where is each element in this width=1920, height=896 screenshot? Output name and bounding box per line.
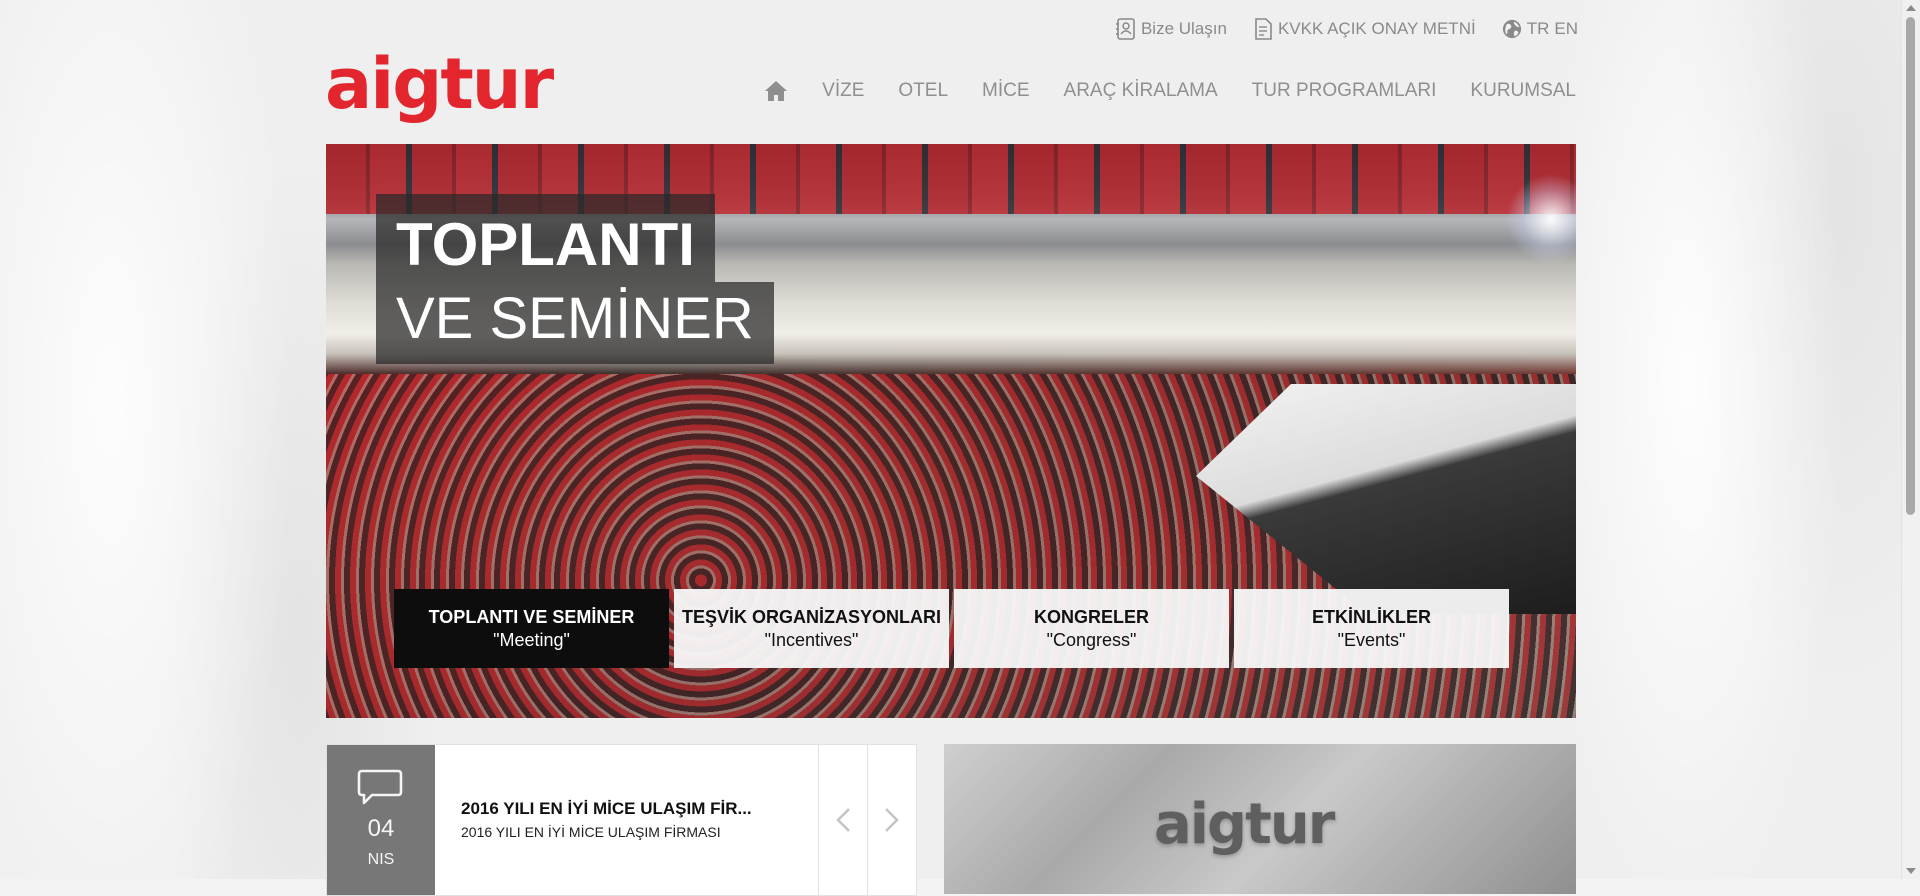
home-icon[interactable] [764,80,788,102]
tab-subtitle: "Congress" [1046,629,1137,650]
tab-etkinlikler[interactable]: ETKİNLİKLER "Events" [1234,589,1509,668]
kvkk-link[interactable]: KVKK AÇIK ONAY METNİ [1253,18,1476,40]
tab-title: TOPLANTI VE SEMİNER [428,606,635,627]
news-title[interactable]: 2016 YILI EN İYİ MİCE ULAŞIM FİR... [461,799,761,819]
tab-kongreler[interactable]: KONGRELER "Congress" [954,589,1229,668]
tab-title: ETKİNLİKLER [1312,606,1431,627]
promo-logo: aigtur [1154,792,1335,857]
tab-title: KONGRELER [1033,606,1149,627]
tab-subtitle: "Events" [1337,629,1406,650]
nav-item-arac-kiralama[interactable]: ARAÇ KİRALAMA [1064,80,1218,102]
category-tabs: TOPLANTI VE SEMİNER "Meeting" TEŞVİK ORG… [394,589,1509,668]
tab-subtitle: "Meeting" [493,629,570,650]
top-bar: Bize Ulaşın KVKK AÇIK ONAY METNİ TR EN [1115,18,1578,40]
hero-stage [1196,384,1576,614]
contact-link[interactable]: Bize Ulaşın [1115,18,1227,40]
scroll-down-icon[interactable] [1906,868,1916,874]
news-month: NIS [367,851,395,868]
globe-icon [1502,19,1521,39]
nav-item-kurumsal[interactable]: KURUMSAL [1470,80,1576,102]
promo-banner[interactable]: aigtur [944,744,1576,894]
news-prev-button[interactable] [818,745,867,895]
tab-tesvik-organizasyonlari[interactable]: TEŞVİK ORGANİZASYONLARI "Incentives" [674,589,949,668]
hero-title-line2: VE SEMİNER [376,282,774,364]
language-switcher: TR EN [1502,18,1578,40]
nav-item-tur-programlari[interactable]: TUR PROGRAMLARI [1252,80,1437,102]
hero-title: TOPLANTI VE SEMİNER [376,194,774,364]
speech-bubble-icon [357,769,403,805]
main-nav: VİZE OTEL MİCE ARAÇ KİRALAMA TUR PROGRAM… [764,80,1576,102]
nav-item-otel[interactable]: OTEL [898,80,948,102]
news-subtitle: 2016 YILI EN İYİ MİCE ULAŞIM FİRMASI [461,824,721,840]
tab-title: TEŞVİK ORGANİZASYONLARI [681,606,941,627]
scroll-thumb[interactable] [1906,17,1915,515]
news-next-button[interactable] [867,745,916,895]
hero-spotlight [1506,174,1576,264]
news-date-box: 04 NIS [327,745,435,895]
news-nav [818,745,916,895]
hero-slider[interactable]: TOPLANTI VE SEMİNER TOPLANTI VE SEMİNER … [326,144,1576,718]
nav-item-vize[interactable]: VİZE [822,80,864,102]
aigtur-logo[interactable]: aigtur [325,44,570,124]
scroll-up-icon[interactable] [1906,5,1916,11]
kvkk-label: KVKK AÇIK ONAY METNİ [1277,19,1476,38]
chevron-right-icon [885,808,899,832]
contact-book-icon [1115,18,1135,40]
nav-item-mice[interactable]: MİCE [982,80,1030,102]
hero-title-line1: TOPLANTI [376,194,715,282]
lang-tr-link[interactable]: TR [1527,19,1550,39]
document-icon [1255,18,1272,40]
lang-en-link[interactable]: EN [1554,19,1578,39]
news-ticker: 04 NIS 2016 YILI EN İYİ MİCE ULAŞIM FİR.… [326,744,917,896]
tab-subtitle: "Incentives" [764,629,859,650]
contact-label: Bize Ulaşın [1140,19,1227,38]
tab-toplanti-seminer[interactable]: TOPLANTI VE SEMİNER "Meeting" [394,589,669,668]
news-day: 04 [367,815,395,842]
chevron-left-icon [836,808,850,832]
scrollbar[interactable] [1901,0,1920,879]
